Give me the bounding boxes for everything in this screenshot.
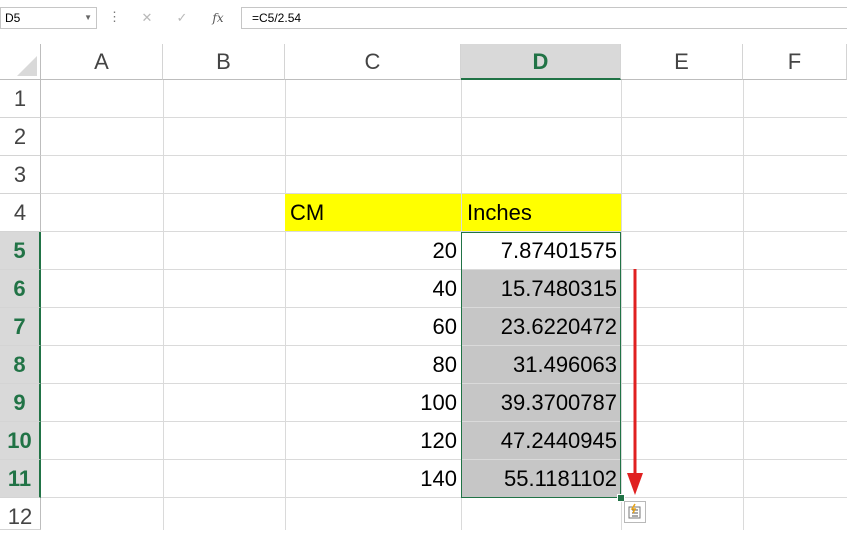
column-header-e[interactable]: E <box>621 44 743 80</box>
formula-buttons: ✕ ✓ fx <box>128 7 237 29</box>
cell-d9[interactable]: 39.3700787 <box>462 384 621 421</box>
red-down-arrow-icon <box>627 269 643 495</box>
row-header-12[interactable]: 12 <box>0 498 41 530</box>
cell-c6[interactable]: 40 <box>286 270 461 307</box>
cell-c9[interactable]: 100 <box>286 384 461 421</box>
column-header-d[interactable]: D <box>461 44 621 80</box>
row-header-6[interactable]: 6 <box>0 270 41 308</box>
cell-c11[interactable]: 140 <box>286 460 461 497</box>
gridline <box>41 497 847 498</box>
enter-icon[interactable]: ✓ <box>171 7 193 29</box>
row-header-2[interactable]: 2 <box>0 118 41 156</box>
more-options-icon[interactable]: ⋮ <box>108 9 121 25</box>
row-header-9[interactable]: 9 <box>0 384 41 422</box>
cell-d5[interactable]: 7.87401575 <box>462 232 621 269</box>
cell-c4[interactable]: CM <box>285 194 461 231</box>
row-header-11[interactable]: 11 <box>0 460 41 498</box>
column-header-c[interactable]: C <box>285 44 461 80</box>
cell-c8[interactable]: 80 <box>286 346 461 383</box>
formula-input[interactable]: =C5/2.54 <box>241 7 847 29</box>
cell-d11[interactable]: 55.1181102 <box>462 460 621 497</box>
gridline <box>743 80 744 530</box>
name-box[interactable]: D5 ▼ <box>0 7 97 29</box>
select-all-triangle-icon <box>17 56 37 76</box>
cell-d4[interactable]: Inches <box>462 194 621 231</box>
formula-bar: D5 ▼ ⋮ ✕ ✓ fx =C5/2.54 <box>0 0 847 44</box>
flash-fill-options-icon[interactable] <box>624 501 646 523</box>
row-header-10[interactable]: 10 <box>0 422 41 460</box>
row-header-7[interactable]: 7 <box>0 308 41 346</box>
gridline <box>163 80 164 530</box>
gridline <box>41 155 847 156</box>
column-header-f[interactable]: F <box>743 44 847 80</box>
cell-d10[interactable]: 47.2440945 <box>462 422 621 459</box>
insert-function-icon[interactable]: fx <box>207 7 229 29</box>
cell-c10[interactable]: 120 <box>286 422 461 459</box>
cell-c5[interactable]: 20 <box>286 232 461 269</box>
row-header-3[interactable]: 3 <box>0 156 41 194</box>
column-header-a[interactable]: A <box>41 44 163 80</box>
cell-d8[interactable]: 31.496063 <box>462 346 621 383</box>
cell-d7[interactable]: 23.6220472 <box>462 308 621 345</box>
row-header-8[interactable]: 8 <box>0 346 41 384</box>
row-header-5[interactable]: 5 <box>0 232 41 270</box>
gridline <box>41 117 847 118</box>
row-header-1[interactable]: 1 <box>0 80 41 118</box>
chevron-down-icon[interactable]: ▼ <box>84 8 92 28</box>
cancel-icon[interactable]: ✕ <box>136 7 158 29</box>
select-all-button[interactable] <box>0 44 41 80</box>
column-header-b[interactable]: B <box>163 44 285 80</box>
cell-d6[interactable]: 15.7480315 <box>462 270 621 307</box>
name-box-value: D5 <box>5 11 21 25</box>
cell-c7[interactable]: 60 <box>286 308 461 345</box>
row-header-4[interactable]: 4 <box>0 194 41 232</box>
